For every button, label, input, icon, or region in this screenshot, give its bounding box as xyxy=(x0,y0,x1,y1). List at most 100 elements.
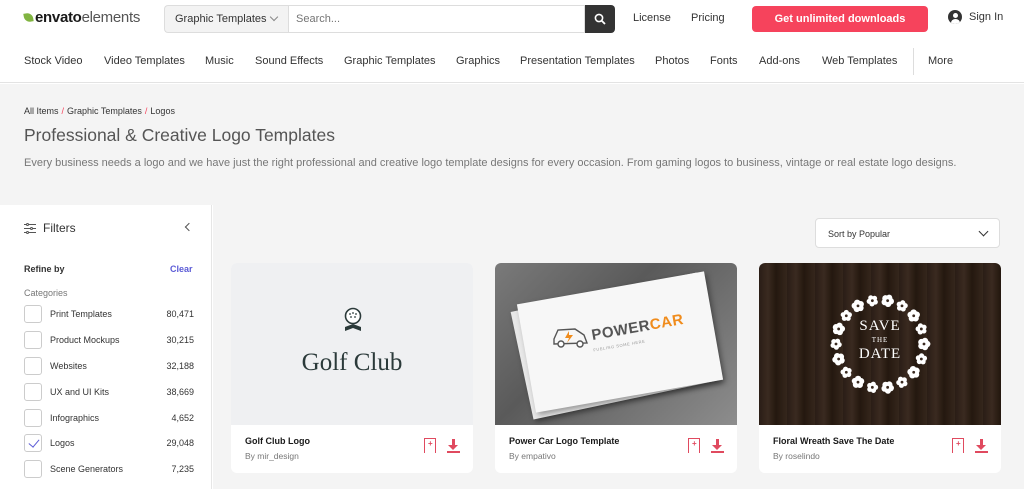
filters-header: Filters xyxy=(24,221,76,235)
filter-count: 38,669 xyxy=(166,387,194,397)
item-title[interactable]: Floral Wreath Save The Date xyxy=(773,436,894,446)
checkbox-checked[interactable] xyxy=(24,434,42,452)
item-title[interactable]: Power Car Logo Template xyxy=(509,436,619,446)
refine-by-label: Refine by xyxy=(24,264,65,274)
checkbox[interactable] xyxy=(24,305,42,323)
item-title[interactable]: Golf Club Logo xyxy=(245,436,310,446)
nav-graphics[interactable]: Graphics xyxy=(456,55,500,67)
checkbox[interactable] xyxy=(24,383,42,401)
filter-label: UX and UI Kits xyxy=(50,387,110,397)
filter-product-mockups[interactable]: Product Mockups 30,215 xyxy=(24,331,194,349)
item-card[interactable]: SAVE THE DATE Floral Wreath Save The Dat… xyxy=(759,263,1001,473)
nav-add-ons[interactable]: Add-ons xyxy=(759,55,800,67)
nav-stock-video[interactable]: Stock Video xyxy=(24,55,83,67)
item-thumbnail[interactable]: SAVE THE DATE xyxy=(759,263,1001,425)
leaf-icon xyxy=(23,12,34,23)
nav-sound-effects[interactable]: Sound Effects xyxy=(255,55,323,67)
breadcrumb-separator: / xyxy=(144,106,148,116)
bookmark-icon[interactable]: + xyxy=(951,438,964,458)
license-link[interactable]: License xyxy=(633,12,671,24)
wreath-flower xyxy=(867,381,879,393)
top-bar: envatoelements Graphic Templates License… xyxy=(0,0,1024,40)
breadcrumb: All Items / Graphic Templates / Logos xyxy=(24,106,175,116)
wreath-flower xyxy=(896,376,908,388)
wreath-flower xyxy=(907,365,920,379)
logo-text-elements: elements xyxy=(81,9,141,26)
filters-sidebar: Filters Refine by Clear Categories Print… xyxy=(0,205,212,489)
thumbnail-text-the: THE xyxy=(871,336,889,344)
filter-infographics[interactable]: Infographics 4,652 xyxy=(24,409,194,427)
nav-graphic-templates[interactable]: Graphic Templates xyxy=(344,55,436,67)
collapse-filters-icon[interactable] xyxy=(184,222,194,232)
chevron-down-icon xyxy=(978,226,989,237)
filter-websites[interactable]: Websites 32,188 xyxy=(24,357,194,375)
wreath-flower xyxy=(896,300,908,312)
item-thumbnail[interactable]: Golf Club xyxy=(231,263,473,425)
wreath-flower xyxy=(851,299,864,313)
item-card[interactable]: POWERCAR FUELING SOME HERE Power Car Log… xyxy=(495,263,737,473)
get-unlimited-downloads-button[interactable]: Get unlimited downloads xyxy=(752,6,928,32)
nav-presentation-templates[interactable]: Presentation Templates xyxy=(520,55,635,67)
thumbnail-text: Golf Club xyxy=(301,349,403,376)
golf-ball-icon xyxy=(344,307,362,331)
download-icon[interactable] xyxy=(711,439,725,454)
filter-scene-generators[interactable]: Scene Generators 7,235 xyxy=(24,460,194,478)
page-description: Every business needs a logo and we have … xyxy=(24,157,957,169)
filter-label: Websites xyxy=(50,361,87,371)
chevron-down-icon xyxy=(269,12,279,22)
breadcrumb-separator: / xyxy=(61,106,65,116)
bookmark-icon[interactable]: + xyxy=(687,438,700,458)
search-input[interactable] xyxy=(288,5,585,33)
breadcrumb-graphic-templates[interactable]: Graphic Templates xyxy=(67,106,142,116)
thumbnail-text-date: DATE xyxy=(858,346,902,362)
item-author[interactable]: By empativo xyxy=(509,451,556,461)
filter-logos[interactable]: Logos 29,048 xyxy=(24,434,194,452)
checkbox[interactable] xyxy=(24,331,42,349)
nav-web-templates[interactable]: Web Templates xyxy=(822,55,897,67)
wreath-flower xyxy=(840,366,852,378)
page-title: Professional & Creative Logo Templates xyxy=(24,125,335,145)
filter-label: Infographics xyxy=(50,413,100,423)
nav-video-templates[interactable]: Video Templates xyxy=(104,55,185,67)
category-nav: Stock Video Video Templates Music Sound … xyxy=(0,40,1024,83)
categories-label: Categories xyxy=(24,288,68,298)
wreath-flower xyxy=(851,375,865,388)
sign-in-link[interactable]: Sign In xyxy=(948,10,1003,24)
filter-label: Product Mockups xyxy=(50,335,120,345)
item-author[interactable]: By roselindo xyxy=(773,451,820,461)
pricing-link[interactable]: Pricing xyxy=(691,12,725,24)
nav-photos[interactable]: Photos xyxy=(655,55,689,67)
filter-ux-and-ui-kits[interactable]: UX and UI Kits 38,669 xyxy=(24,383,194,401)
wreath-flower xyxy=(881,381,894,394)
item-author[interactable]: By mir_design xyxy=(245,451,299,461)
download-icon[interactable] xyxy=(975,439,989,454)
checkbox[interactable] xyxy=(24,409,42,427)
checkbox[interactable] xyxy=(24,357,42,375)
breadcrumb-all-items[interactable]: All Items xyxy=(24,106,59,116)
nav-divider xyxy=(913,48,914,75)
filter-count: 4,652 xyxy=(171,413,194,423)
nav-music[interactable]: Music xyxy=(205,55,234,67)
results-area: Sort by Popular Golf Club Golf Club Logo… xyxy=(213,205,1024,489)
clear-filters-link[interactable]: Clear xyxy=(170,264,193,274)
breadcrumb-logos[interactable]: Logos xyxy=(150,106,175,116)
wreath-flower xyxy=(881,294,894,308)
filter-label: Logos xyxy=(50,438,75,448)
bookmark-icon[interactable]: + xyxy=(423,438,436,458)
nav-fonts[interactable]: Fonts xyxy=(710,55,738,67)
filter-print-templates[interactable]: Print Templates 80,471 xyxy=(24,305,194,323)
item-card[interactable]: Golf Club Golf Club Logo By mir_design + xyxy=(231,263,473,473)
checkbox[interactable] xyxy=(24,460,42,478)
item-thumbnail[interactable]: POWERCAR FUELING SOME HERE xyxy=(495,263,737,425)
nav-more[interactable]: More xyxy=(928,55,953,67)
search-button[interactable] xyxy=(585,5,615,33)
category-select[interactable]: Graphic Templates xyxy=(164,5,288,33)
page-header: All Items / Graphic Templates / Logos Profes… xyxy=(0,84,1024,205)
envato-logo[interactable]: envato elements xyxy=(23,9,141,26)
filter-count: 29,048 xyxy=(166,438,194,448)
download-icon[interactable] xyxy=(447,439,461,454)
filter-count: 7,235 xyxy=(171,464,194,474)
sort-dropdown[interactable]: Sort by Popular xyxy=(815,218,1000,248)
filter-label: Scene Generators xyxy=(50,464,124,474)
sort-value: Sort by Popular xyxy=(828,229,891,239)
